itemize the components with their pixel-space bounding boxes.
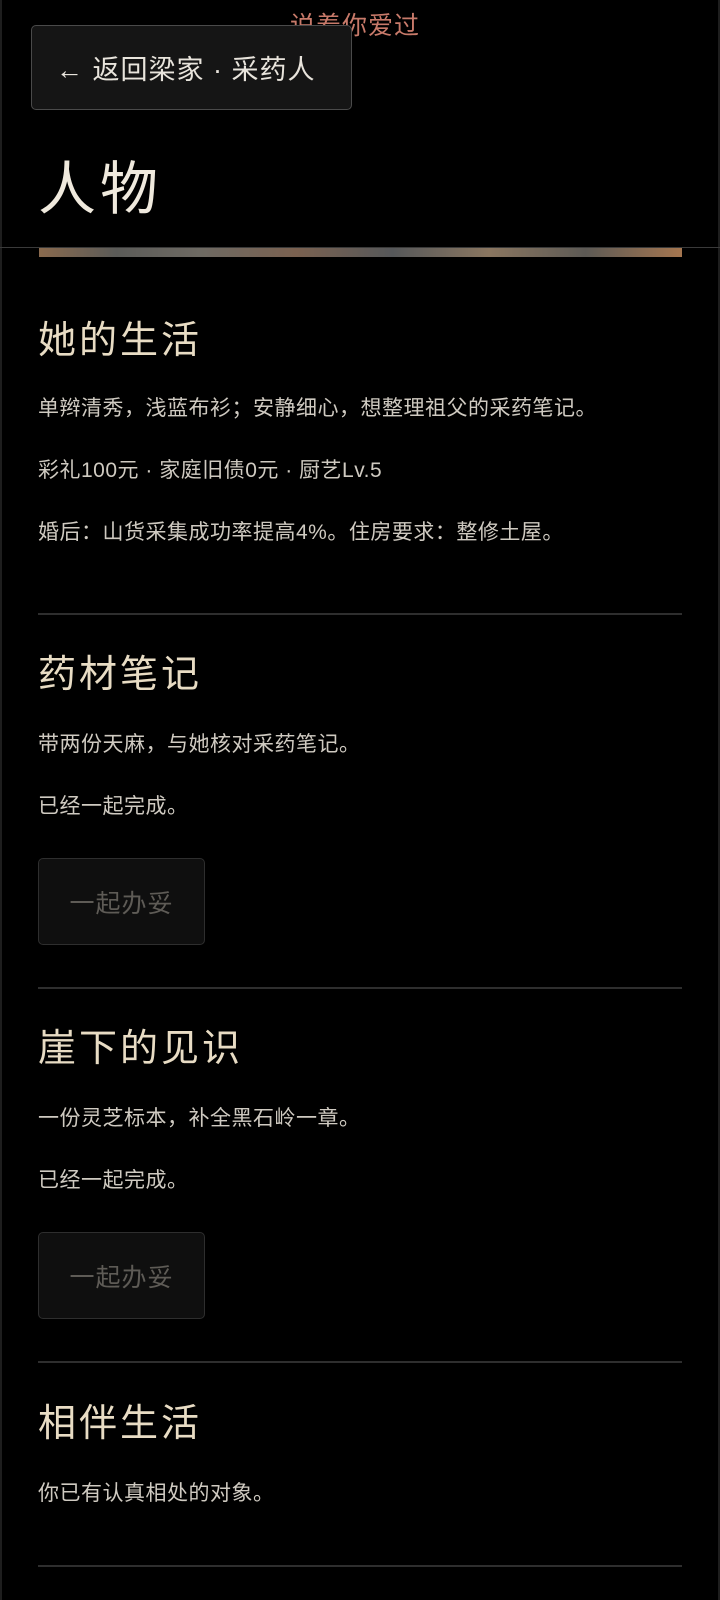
section-divider xyxy=(38,1565,682,1567)
section-heading: 相伴生活 xyxy=(38,1401,203,1445)
section-herb-notes: 药材笔记 带两份天麻，与她核对采药笔记。 已经一起完成。 一起办妥 xyxy=(38,648,682,945)
character-portrait-image xyxy=(39,248,682,257)
section-her-life: 她的生活 单辫清秀，浅蓝布衫；安静细心，想整理祖父的采药笔记。 彩礼100元 ·… xyxy=(38,314,682,544)
section-text-status: 已经一起完成。 xyxy=(38,795,189,818)
complete-together-button[interactable]: 一起办妥 xyxy=(38,1232,205,1319)
section-divider xyxy=(38,987,682,989)
section-divider xyxy=(38,613,682,615)
section-text-marriage-effect: 婚后：山货采集成功率提高4%。住房要求：整修土屋。 xyxy=(38,521,564,544)
section-cliff-knowledge: 崖下的见识 一份灵芝标本，补全黑石岭一章。 已经一起完成。 一起办妥 xyxy=(38,1022,682,1319)
section-text-appearance: 单辫清秀，浅蓝布衫；安静细心，想整理祖父的采药笔记。 xyxy=(38,397,597,420)
section-text-stats: 彩礼100元 · 家庭旧债0元 · 厨艺Lv.5 xyxy=(38,459,383,482)
section-heading: 药材笔记 xyxy=(38,652,203,696)
complete-together-button[interactable]: 一起办妥 xyxy=(38,858,205,945)
frame-left-edge xyxy=(0,0,2,1600)
section-life-together: 相伴生活 你已有认真相处的对象。 xyxy=(38,1397,682,1505)
section-divider xyxy=(38,1361,682,1363)
page-title: 人物 xyxy=(38,155,163,223)
section-heading: 崖下的见识 xyxy=(38,1026,244,1070)
section-text-status: 已经一起完成。 xyxy=(38,1169,189,1192)
section-text-description: 带两份天麻，与她核对采药笔记。 xyxy=(38,733,361,756)
section-text-status: 你已有认真相处的对象。 xyxy=(38,1482,275,1505)
back-button[interactable]: ← 返回梁家 · 采药人 xyxy=(31,25,352,110)
section-heading: 她的生活 xyxy=(38,318,203,362)
section-text-description: 一份灵芝标本，补全黑石岭一章。 xyxy=(38,1107,361,1130)
